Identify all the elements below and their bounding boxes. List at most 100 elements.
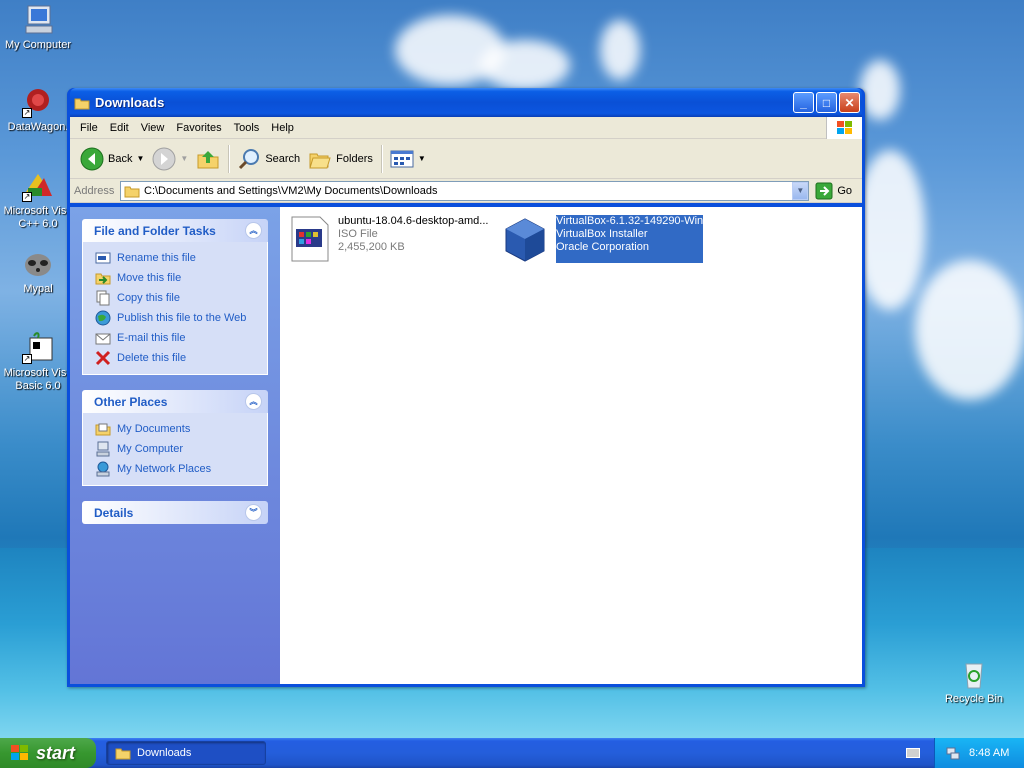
network-icon [96, 461, 110, 477]
globe-icon [95, 310, 111, 326]
desktop-icon-visual-cpp[interactable]: ↗ Microsoft Visu C++ 6.0 [0, 170, 76, 231]
iso-file-icon [291, 216, 329, 262]
clock[interactable]: 8:48 AM [969, 747, 1009, 759]
rename-icon [95, 252, 111, 264]
place-my-documents[interactable]: My Documents [95, 419, 255, 439]
desktop-icon-label: Mypal [23, 283, 53, 295]
address-dropdown-button[interactable]: ▼ [792, 181, 809, 200]
panel-title: Other Places [94, 394, 168, 409]
start-button[interactable]: start [0, 738, 96, 768]
task-move-file[interactable]: Move this file [95, 268, 255, 288]
menu-tools[interactable]: Tools [228, 122, 266, 134]
desktop-icon-mypal[interactable]: Mypal [0, 248, 76, 296]
window-titlebar[interactable]: Downloads _ □ ✕ [70, 88, 862, 117]
forward-button[interactable]: ▼ [148, 143, 192, 175]
cloud [860, 60, 900, 120]
menu-file[interactable]: File [74, 122, 104, 134]
virtualbox-icon [505, 218, 545, 262]
email-icon [95, 333, 111, 345]
file-company: Oracle Corporation [556, 241, 649, 253]
standard-toolbar: Back ▼ ▼ Search Folders ▼ [70, 139, 862, 179]
shortcut-arrow-icon: ↗ [22, 192, 32, 202]
task-label: Rename this file [117, 252, 196, 264]
task-label: Publish this file to the Web [117, 312, 247, 324]
search-icon [239, 148, 260, 169]
desktop-icon-recycle-bin[interactable]: Recycle Bin [936, 658, 1012, 706]
cloud [600, 20, 640, 80]
desktop-icon-label: DataWagon. [7, 121, 69, 133]
chevron-down-icon[interactable]: ▼ [136, 154, 144, 163]
chevron-down-icon: ▼ [796, 186, 805, 195]
task-label: Delete this file [117, 352, 187, 364]
close-button[interactable]: ✕ [839, 92, 860, 113]
taskbar: start Downloads 8:48 AM [0, 738, 1024, 768]
folder-icon [74, 98, 90, 109]
file-item-virtualbox-installer[interactable]: VirtualBox-6.1.32-149290-Win VirtualBox … [502, 214, 705, 264]
place-my-network[interactable]: My Network Places [95, 459, 255, 479]
window-content: File and Folder Tasks ︽ Rename this file… [70, 207, 862, 684]
folder-icon [115, 748, 131, 760]
folders-button[interactable]: Folders [304, 143, 377, 175]
task-delete-file[interactable]: Delete this file [95, 348, 255, 368]
datawagon-icon: ↗ [22, 86, 54, 118]
taskbar-item-label: Downloads [137, 747, 192, 759]
cloud [480, 40, 570, 90]
mypal-icon [22, 248, 54, 280]
chevron-up-icon[interactable]: ︽ [245, 393, 262, 410]
chevron-down-icon: ▼ [417, 154, 426, 163]
file-item-ubuntu-iso[interactable]: ubuntu-18.04.6-desktop-amd... ISO File 2… [290, 215, 488, 263]
chevron-down-icon[interactable]: ︾ [245, 504, 262, 521]
toolbar-separator [380, 144, 382, 173]
maximize-icon: □ [822, 95, 831, 110]
visual-cpp-icon: ↗ [22, 170, 54, 202]
forward-arrow-icon [152, 147, 176, 170]
chevron-up-icon[interactable]: ︽ [245, 222, 262, 239]
desktop-icon-label: Microsoft Visu Basic 6.0 [3, 367, 73, 392]
maximize-button[interactable]: □ [816, 92, 837, 113]
go-button[interactable]: Go [809, 182, 862, 200]
menu-view[interactable]: View [135, 122, 171, 134]
chevron-down-icon: ▼ [180, 154, 189, 163]
file-folder-tasks-header[interactable]: File and Folder Tasks ︽ [82, 219, 268, 242]
address-input[interactable]: C:\Documents and Settings\VM2\My Documen… [120, 180, 810, 201]
go-arrow-icon [815, 182, 833, 199]
menu-favorites[interactable]: Favorites [170, 122, 227, 134]
folders-icon [309, 153, 331, 168]
copy-icon [96, 290, 110, 306]
file-folder-tasks-panel: File and Folder Tasks ︽ Rename this file… [82, 219, 268, 375]
place-my-computer[interactable]: My Computer [95, 439, 255, 459]
task-publish-web[interactable]: Publish this file to the Web [95, 308, 255, 328]
search-button[interactable]: Search [233, 143, 304, 175]
up-button[interactable] [192, 143, 224, 175]
minimize-button[interactable]: _ [793, 92, 814, 113]
task-rename-file[interactable]: Rename this file [95, 248, 255, 268]
menu-help[interactable]: Help [265, 122, 300, 134]
desktop-icon-datawagon[interactable]: ↗ DataWagon. [0, 86, 76, 134]
task-label: Copy this file [117, 292, 180, 304]
details-header[interactable]: Details ︾ [82, 501, 268, 524]
task-email-file[interactable]: E-mail this file [95, 328, 255, 348]
keyboard-icon[interactable] [906, 748, 920, 758]
desktop-icon-my-computer[interactable]: My Computer [0, 4, 76, 52]
place-label: My Computer [117, 443, 184, 455]
window-title: Downloads [95, 95, 165, 110]
file-size: 2,455,200 KB [338, 241, 405, 253]
task-copy-file[interactable]: Copy this file [95, 288, 255, 308]
desktop-icon-visual-basic[interactable]: ↗ Microsoft Visu Basic 6.0 [0, 332, 76, 393]
menu-edit[interactable]: Edit [104, 122, 135, 134]
other-places-header[interactable]: Other Places ︽ [82, 390, 268, 413]
desktop-icon-label: My Computer [4, 39, 72, 51]
back-button[interactable]: Back ▼ [76, 143, 148, 175]
file-name: VirtualBox-6.1.32-149290-Win [556, 215, 704, 227]
taskbar-item-downloads[interactable]: Downloads [106, 741, 266, 765]
explorer-window: Downloads _ □ ✕ File Edit View Favorites… [67, 88, 865, 687]
network-tray-icon[interactable] [945, 745, 961, 761]
file-name: ubuntu-18.04.6-desktop-amd... [338, 215, 489, 227]
other-places-panel: Other Places ︽ My Documents My Computer … [82, 390, 268, 486]
desktop-icon-label: Recycle Bin [944, 693, 1004, 705]
system-tray: 8:48 AM [934, 738, 1024, 768]
computer-icon [96, 441, 110, 457]
views-button[interactable]: ▼ [386, 143, 430, 175]
menu-bar: File Edit View Favorites Tools Help [70, 117, 862, 139]
task-pane: File and Folder Tasks ︽ Rename this file… [70, 207, 280, 684]
